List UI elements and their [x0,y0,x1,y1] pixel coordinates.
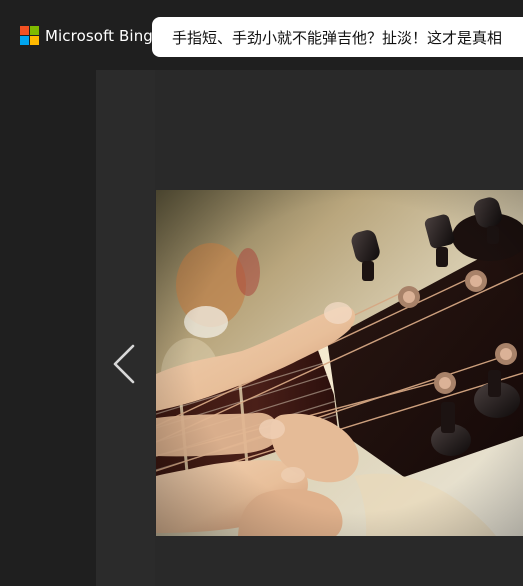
viewer-left-strip [96,70,155,586]
image-title-text: 手指短、手劲小就不能弹吉他？扯淡！这才是真相 [172,28,503,47]
brand-name: Microsoft Bing [45,26,153,45]
bing-image-viewer-page: Microsoft Bing 手指短、手劲小就不能弹吉他？扯淡！这才是真相 [0,0,523,586]
top-header: Microsoft Bing 手指短、手劲小就不能弹吉他？扯淡！这才是真相 [0,0,523,72]
guitar-photo-graphic [156,190,523,536]
microsoft-logo-icon [20,26,39,45]
bing-brand[interactable]: Microsoft Bing [20,26,153,45]
logo-green-square [30,26,39,35]
logo-red-square [20,26,29,35]
logo-yellow-square [30,36,39,45]
chevron-left-icon [113,344,135,384]
image-title-pill[interactable]: 手指短、手劲小就不能弹吉他？扯淡！这才是真相 [152,17,523,57]
guitar-photo [156,190,523,536]
previous-image-button[interactable] [108,337,140,391]
logo-blue-square [20,36,29,45]
